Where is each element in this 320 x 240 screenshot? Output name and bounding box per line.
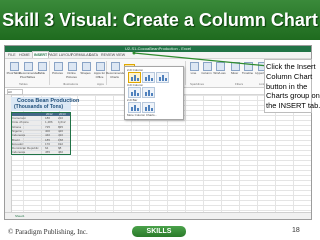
page-number: 18 <box>292 227 300 234</box>
callout-text: Click the Insert Column Chart button in … <box>266 62 320 111</box>
callout-arrow <box>132 51 269 67</box>
callout-arrow-head <box>132 51 136 55</box>
callout-arrow-line <box>133 52 269 67</box>
copyright-notice: © Paradigm Publishing, Inc. <box>8 228 88 236</box>
skills-badge-label: SKILLS <box>146 228 172 235</box>
